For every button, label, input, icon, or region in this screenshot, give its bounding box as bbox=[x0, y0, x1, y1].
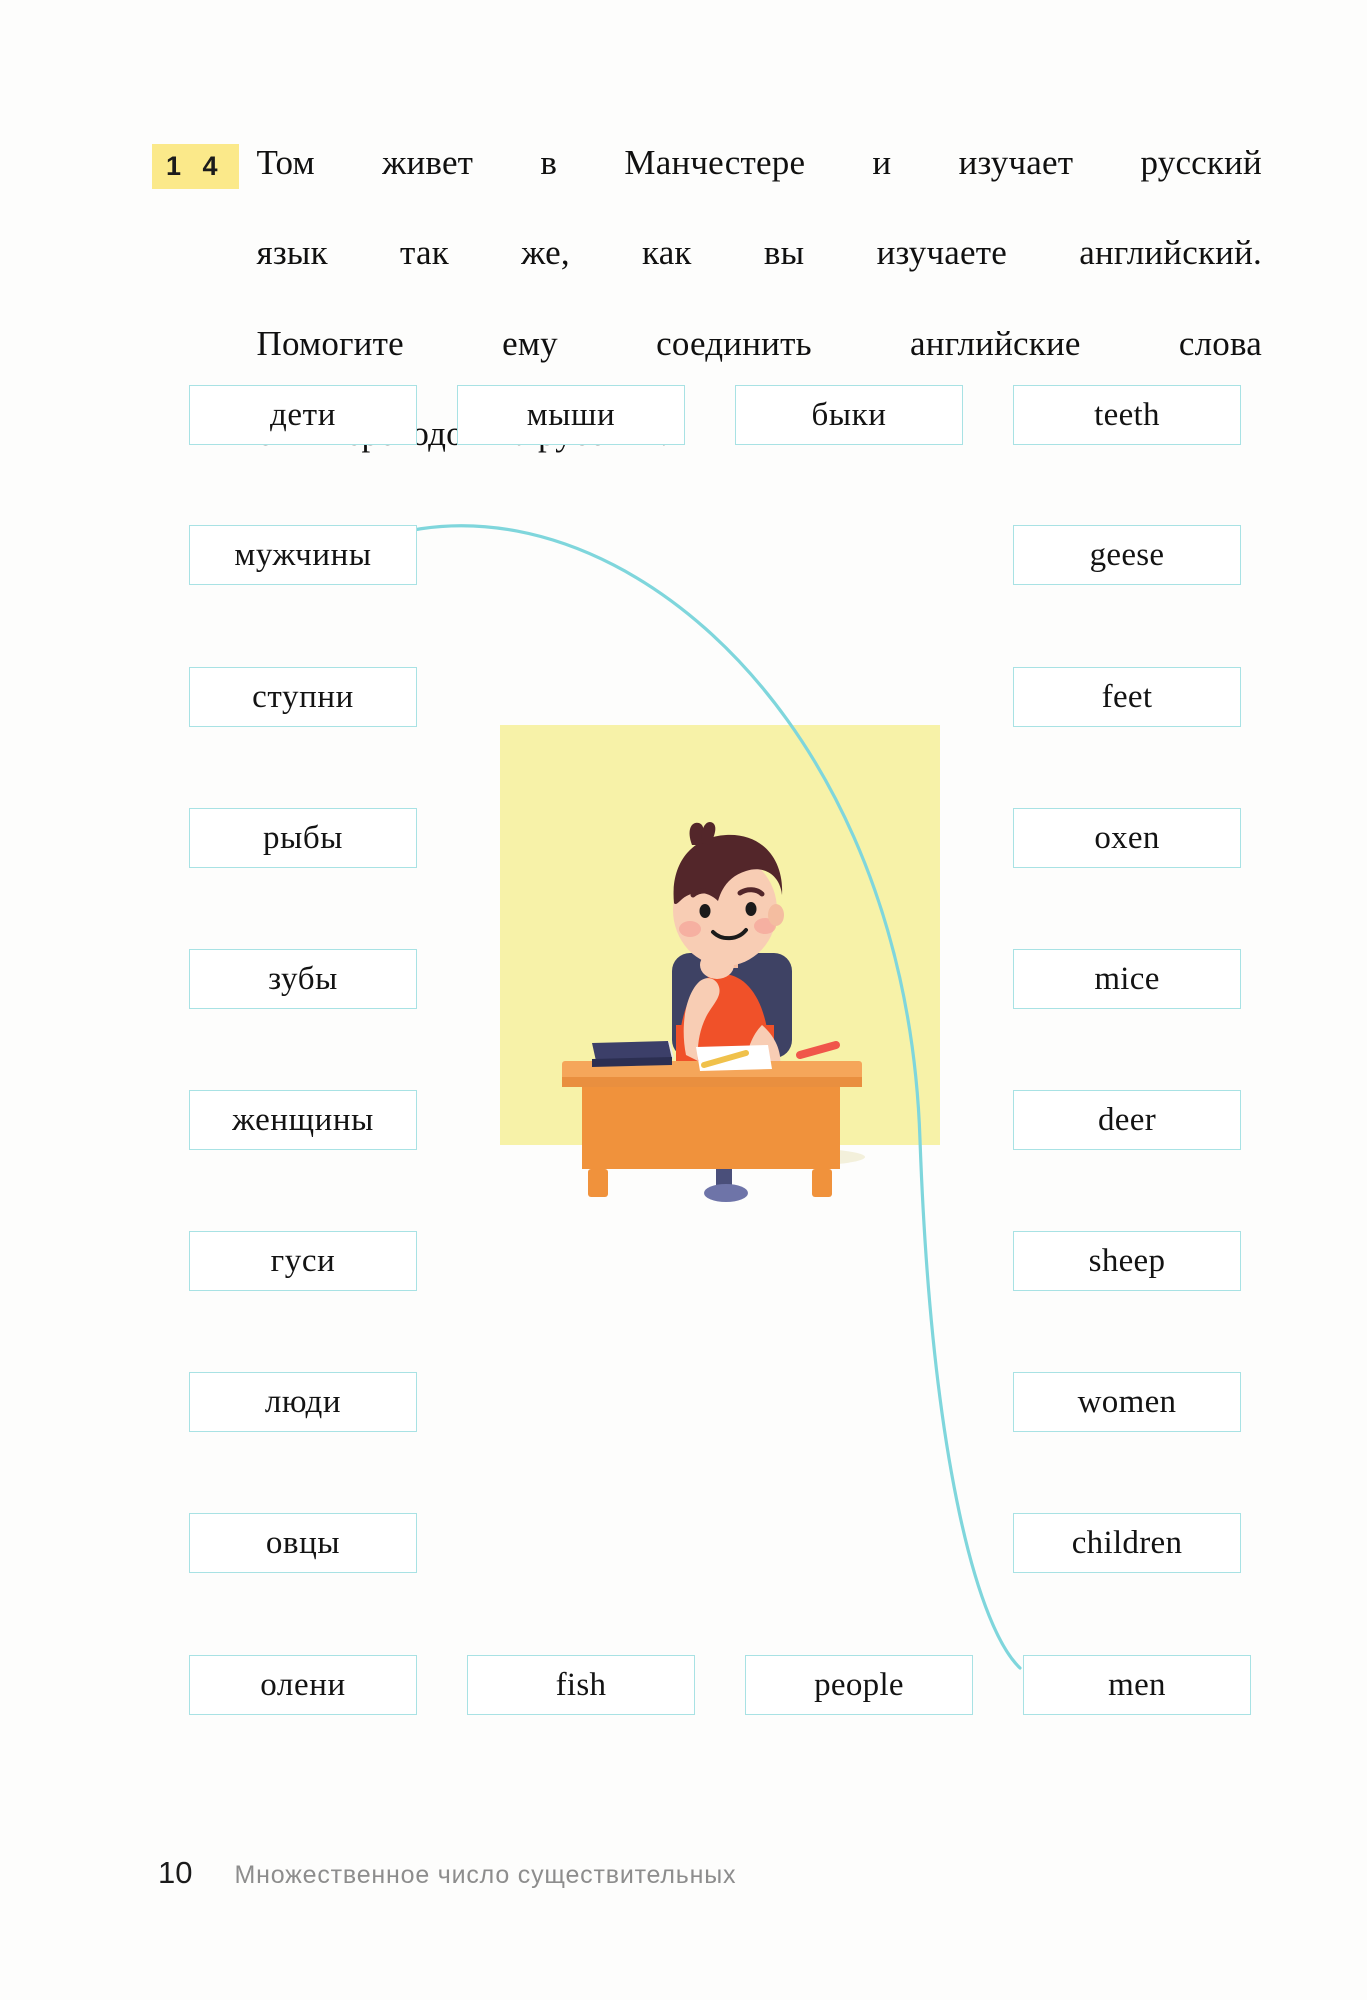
word-box-left-2[interactable]: рыбы bbox=[189, 808, 417, 868]
footer-section-title: Множественное число существительных bbox=[234, 1861, 737, 1889]
word-box-right-6[interactable]: women bbox=[1013, 1372, 1241, 1432]
word-box-left-3[interactable]: зубы bbox=[189, 949, 417, 1009]
task-text-line: язык так же, как вы изучаете английский. bbox=[256, 233, 1262, 273]
word-box-right-3[interactable]: mice bbox=[1013, 949, 1241, 1009]
word-box-top-0[interactable]: дети bbox=[189, 385, 417, 445]
word-box-right-4[interactable]: deer bbox=[1013, 1090, 1241, 1150]
word-box-right-5[interactable]: sheep bbox=[1013, 1231, 1241, 1291]
task-text-line: Том живет в Манчестере и изучает русский bbox=[256, 143, 1262, 182]
word-box-right-0[interactable]: geese bbox=[1013, 525, 1241, 585]
word-box-top-2[interactable]: быки bbox=[735, 385, 963, 445]
word-box-right-7[interactable]: children bbox=[1013, 1513, 1241, 1573]
word-box-left-5[interactable]: гуси bbox=[189, 1231, 417, 1291]
word-box-left-4[interactable]: женщины bbox=[189, 1090, 417, 1150]
page-footer: 10 Множественное число существительных bbox=[158, 1855, 736, 1891]
boy-at-desk-illustration bbox=[500, 725, 940, 1210]
word-box-bottom-3[interactable]: men bbox=[1023, 1655, 1251, 1715]
word-box-left-1[interactable]: ступни bbox=[189, 667, 417, 727]
textbook-page: 1 4 Том живет в Манчестере и изучает рус… bbox=[0, 0, 1367, 2000]
task-number-badge: 1 4 bbox=[152, 144, 239, 189]
word-box-left-6[interactable]: люди bbox=[189, 1372, 417, 1432]
word-box-left-0[interactable]: мужчины bbox=[189, 525, 417, 585]
footer-page-number: 10 bbox=[158, 1855, 193, 1890]
word-box-bottom-0[interactable]: олени bbox=[189, 1655, 417, 1715]
word-box-top-1[interactable]: мыши bbox=[457, 385, 685, 445]
word-box-right-2[interactable]: oxen bbox=[1013, 808, 1241, 868]
word-box-right-1[interactable]: feet bbox=[1013, 667, 1241, 727]
word-box-left-7[interactable]: овцы bbox=[189, 1513, 417, 1573]
word-box-top-3[interactable]: teeth bbox=[1013, 385, 1241, 445]
word-box-bottom-2[interactable]: people bbox=[745, 1655, 973, 1715]
word-box-bottom-1[interactable]: fish bbox=[467, 1655, 695, 1715]
